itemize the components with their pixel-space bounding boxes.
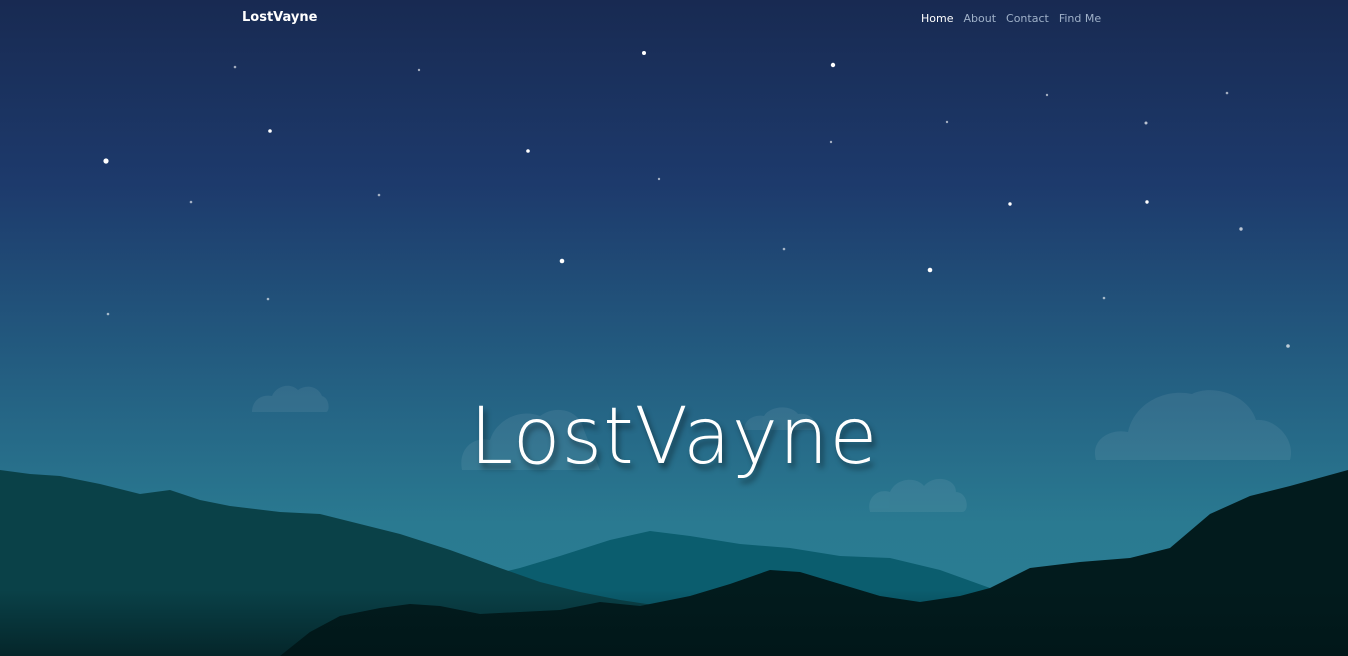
star (657, 177, 661, 181)
star (1008, 202, 1012, 206)
stars (103, 51, 1290, 348)
star (782, 247, 786, 251)
star (268, 129, 272, 133)
cloud (869, 478, 967, 512)
brand-logo[interactable]: LostVayne (242, 10, 317, 25)
star (103, 158, 109, 164)
star (266, 297, 270, 301)
star (830, 62, 836, 68)
star (377, 193, 381, 197)
star (829, 140, 833, 144)
star (945, 120, 949, 124)
star (189, 200, 193, 204)
star (417, 68, 421, 72)
nav-home-link[interactable]: Home (921, 12, 953, 25)
night-sky-background (0, 51, 1348, 656)
star (1144, 121, 1148, 125)
star (642, 51, 646, 55)
nav-about-link[interactable]: About (963, 12, 996, 25)
star (1286, 344, 1290, 348)
star (526, 149, 530, 153)
main-nav: Home About Contact Find Me (921, 12, 1101, 25)
star (233, 65, 237, 69)
star (106, 312, 110, 316)
star (1145, 200, 1149, 204)
star (559, 258, 565, 264)
star (927, 267, 933, 273)
top-navbar: LostVayne Home About Contact Find Me (0, 0, 1348, 36)
star (1102, 296, 1106, 300)
star (1239, 227, 1243, 231)
hero-title: LostVayne (469, 392, 879, 482)
nav-find-me-link[interactable]: Find Me (1059, 12, 1101, 25)
bottom-fade (0, 590, 1348, 656)
star (1045, 93, 1049, 97)
star (1225, 91, 1229, 95)
nav-contact-link[interactable]: Contact (1006, 12, 1049, 25)
